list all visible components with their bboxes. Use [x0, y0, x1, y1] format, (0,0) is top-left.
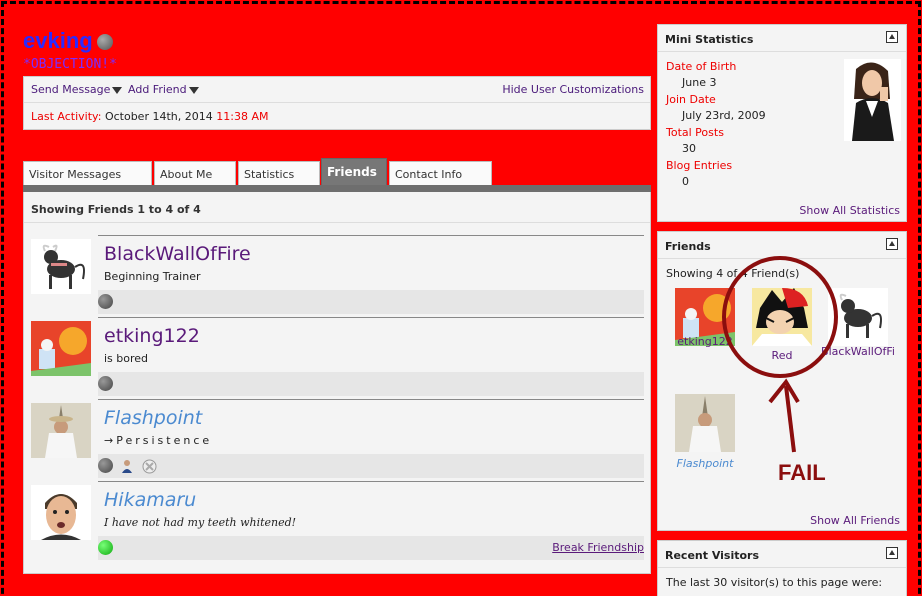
profile-usertitle: *OBJECTION!*	[23, 57, 117, 72]
collapse-icon[interactable]	[886, 238, 898, 250]
friend-status-bar	[98, 290, 644, 314]
offline-status-icon	[98, 376, 113, 391]
profile-username: evking	[23, 28, 113, 54]
houndoom-avatar-icon[interactable]	[31, 239, 91, 294]
annotation-arrow-icon	[768, 378, 800, 453]
friends-box-title: Friends	[658, 232, 906, 259]
mini-statistics-box: Mini Statistics Date of Birth June 3 Joi…	[657, 24, 907, 222]
friend-row: BlackWallOfFire Beginning Trainer	[24, 235, 652, 317]
dob-value: June 3	[682, 76, 717, 89]
last-activity: Last Activity: October 14th, 2014 11:38 …	[31, 110, 269, 123]
friend-name-link[interactable]: BlackWallOfFire	[104, 243, 251, 265]
blog-value: 0	[682, 175, 689, 188]
profile-picture	[844, 59, 901, 141]
hide-customizations-link[interactable]: Hide User Customizations	[502, 83, 644, 96]
collapse-icon[interactable]	[886, 547, 898, 559]
posts-label: Total Posts	[666, 126, 724, 139]
offline-status-icon	[96, 34, 113, 51]
friend-status-bar	[98, 454, 644, 478]
add-friend-button[interactable]: Add Friend	[128, 83, 199, 96]
friend-title: I have not had my teeth whitened!	[104, 516, 297, 529]
friends-panel: Showing Friends 1 to 4 of 4 BlackWallOfF…	[23, 192, 651, 574]
friend-title: is bored	[104, 352, 149, 365]
join-value: July 23rd, 2009	[682, 109, 766, 122]
pokemon-avatar-icon[interactable]	[31, 321, 91, 376]
tab-visitor-messages[interactable]: Visitor Messages	[23, 161, 152, 185]
annotation-circle	[722, 256, 838, 378]
recent-visitors-box: Recent Visitors The last 30 visitor(s) t…	[657, 540, 907, 596]
tab-statistics[interactable]: Statistics	[238, 161, 320, 185]
tab-contact-info[interactable]: Contact Info	[389, 161, 492, 185]
show-all-friends-link[interactable]: Show All Friends	[810, 514, 900, 527]
im-icon	[142, 459, 157, 474]
friend-link[interactable]: Flashpoint	[665, 457, 745, 470]
dropdown-arrow-icon	[188, 86, 199, 94]
send-message-button[interactable]: Send Message	[31, 83, 123, 96]
man-face-avatar-icon[interactable]	[31, 485, 91, 540]
user-icon	[122, 460, 132, 473]
show-all-statistics-link[interactable]: Show All Statistics	[799, 204, 900, 217]
friend-name-link[interactable]: etking122	[104, 325, 200, 347]
divider	[98, 399, 644, 400]
friend-name-link[interactable]: Flashpoint	[104, 407, 202, 429]
break-friendship-link[interactable]: Break Friendship	[552, 541, 644, 554]
friend-row: Hikamaru I have not had my teeth whitene…	[24, 481, 652, 563]
join-label: Join Date	[666, 93, 716, 106]
friend-name-link[interactable]: Hikamaru	[104, 489, 196, 511]
user-actions-bar: Send Message Add Friend Hide User Custom…	[23, 76, 651, 130]
divider	[98, 481, 644, 482]
divider	[24, 222, 650, 223]
eiffel-tower-avatar-icon[interactable]	[31, 403, 91, 458]
tab-about-me[interactable]: About Me	[154, 161, 236, 185]
friend-title: Beginning Trainer	[104, 270, 201, 283]
dropdown-arrow-icon	[112, 86, 123, 94]
online-status-icon	[98, 540, 113, 555]
posts-value: 30	[682, 142, 696, 155]
friend-status-bar	[98, 372, 644, 396]
offline-status-icon	[98, 458, 113, 473]
recent-visitors-text: The last 30 visitor(s) to this page were…	[666, 576, 883, 589]
divider	[98, 235, 644, 236]
blog-label: Blog Entries	[666, 159, 733, 172]
friends-count: Showing Friends 1 to 4 of 4	[31, 203, 201, 216]
dob-label: Date of Birth	[666, 60, 737, 73]
tab-friends[interactable]: Friends	[321, 158, 387, 185]
tab-underline	[23, 185, 651, 192]
mini-statistics-title: Mini Statistics	[658, 25, 906, 52]
annotation-fail-label: FAIL	[778, 460, 826, 485]
friend-row: etking122 is bored	[24, 317, 652, 399]
offline-status-icon	[98, 294, 113, 309]
divider	[98, 317, 644, 318]
friend-row: Flashpoint →Persistence	[24, 399, 652, 481]
collapse-icon[interactable]	[886, 31, 898, 43]
recent-visitors-title: Recent Visitors	[658, 541, 906, 568]
eiffel-tower-avatar-icon[interactable]	[675, 394, 735, 452]
friend-title: →Persistence	[104, 434, 213, 447]
